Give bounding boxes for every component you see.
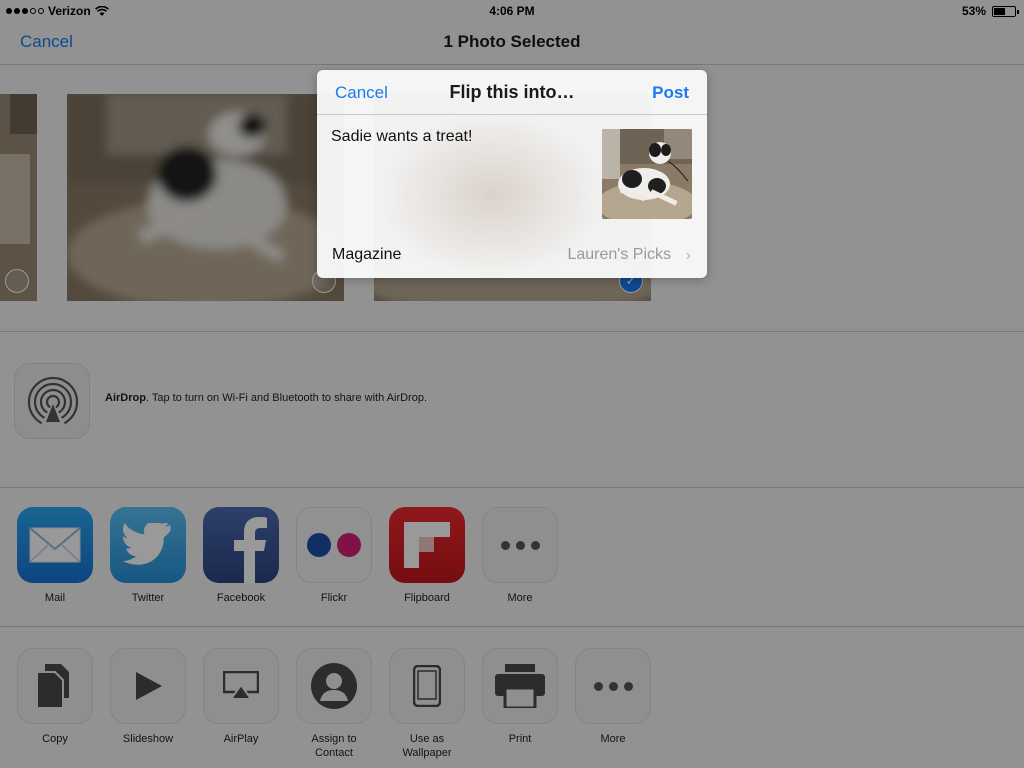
composer-header: Cancel Flip this into… Post [317, 70, 707, 115]
action-label: AirPlay [223, 733, 259, 745]
copy-icon [17, 648, 93, 724]
nav-bar: Cancel 1 Photo Selected [0, 22, 1024, 65]
share-mail[interactable]: Mail [17, 507, 93, 605]
facebook-icon [203, 507, 279, 583]
share-twitter[interactable]: Twitter [110, 507, 186, 605]
status-time: 4:06 PM [489, 4, 535, 18]
action-airplay[interactable]: AirPlay [203, 648, 279, 746]
airdrop-icon[interactable] [14, 363, 90, 439]
share-label: Mail [44, 592, 66, 604]
action-wallpaper[interactable]: Use as Wallpaper [389, 648, 465, 760]
share-flickr[interactable]: Flickr [296, 507, 372, 605]
more-icon [482, 507, 558, 583]
composer-photo-preview [602, 129, 692, 219]
flipboard-composer-sheet: Cancel Flip this into… Post Sadie wants … [317, 70, 707, 278]
action-label: Assign to Contact [311, 733, 357, 759]
airdrop-title: AirDrop [105, 392, 146, 404]
action-more[interactable]: More [575, 648, 651, 746]
photo-thumbnail-2[interactable] [67, 94, 344, 301]
composer-post-button[interactable]: Post [652, 83, 689, 103]
share-apps-row: Mail Twitter Facebook Flickr Flipboard M… [0, 489, 1024, 627]
airplay-icon [203, 648, 279, 724]
composer-text-field[interactable]: Sadie wants a treat! [331, 128, 472, 146]
action-label: Use as Wallpaper [402, 733, 452, 759]
action-print[interactable]: Print [482, 648, 558, 746]
flipboard-icon [389, 507, 465, 583]
more-icon [575, 648, 651, 724]
status-bar: Verizon 4:06 PM 53% [0, 0, 1024, 22]
share-label: More [507, 592, 533, 604]
composer-title: Flip this into… [449, 82, 575, 102]
share-label: Twitter [131, 592, 165, 604]
magazine-picker-row[interactable]: Magazine Lauren's Picks › [317, 235, 707, 278]
photo-image [67, 94, 344, 301]
magazine-value: Lauren's Picks [567, 246, 671, 263]
wallpaper-icon [389, 648, 465, 724]
action-label: More [600, 733, 626, 745]
action-assign-contact[interactable]: Assign to Contact [296, 648, 372, 760]
mail-icon [17, 507, 93, 583]
action-copy[interactable]: Copy [17, 648, 93, 746]
share-label: Facebook [216, 592, 266, 604]
share-flipboard[interactable]: Flipboard [389, 507, 465, 605]
action-label: Copy [42, 733, 68, 745]
chevron-right-icon: › [685, 247, 691, 264]
action-label: Slideshow [122, 733, 174, 745]
page-title: 1 Photo Selected [443, 32, 581, 51]
airdrop-hint: . Tap to turn on Wi-Fi and Bluetooth to … [145, 392, 428, 404]
airdrop-row[interactable]: AirDrop. Tap to turn on Wi-Fi and Blueto… [0, 333, 1024, 488]
battery-icon [992, 5, 1019, 17]
flickr-icon [296, 507, 372, 583]
magazine-label: Magazine [332, 246, 402, 263]
battery-group: 53% [961, 4, 1019, 18]
action-label: Print [508, 733, 532, 745]
photo-thumbnail-1[interactable] [0, 94, 37, 301]
select-circle[interactable] [5, 269, 29, 293]
share-label: Flipboard [404, 592, 450, 604]
printer-icon [482, 648, 558, 724]
share-more[interactable]: More [482, 507, 558, 605]
action-slideshow[interactable]: Slideshow [110, 648, 186, 746]
share-label: Flickr [320, 592, 348, 604]
share-facebook[interactable]: Facebook [203, 507, 279, 605]
twitter-icon [110, 507, 186, 583]
battery-percent: 53% [961, 4, 986, 18]
contact-icon [296, 648, 372, 724]
airdrop-description: AirDrop. Tap to turn on Wi-Fi and Blueto… [105, 392, 427, 404]
play-icon [110, 648, 186, 724]
actions-row: Copy Slideshow AirPlay Assign to Contact [0, 628, 1024, 768]
